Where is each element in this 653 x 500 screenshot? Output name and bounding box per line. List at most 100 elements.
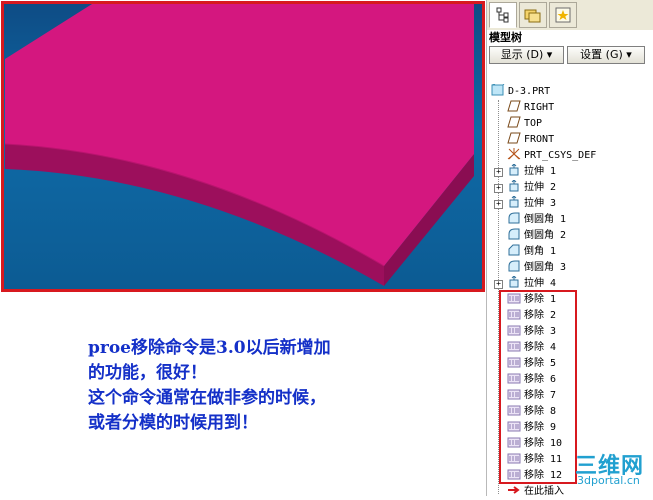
tree-item-label: 拉伸 2 — [524, 182, 557, 193]
panel-title: 模型树 — [487, 30, 653, 45]
favorites-icon — [555, 7, 571, 23]
tree-item[interactable]: 拉伸 4 — [507, 276, 556, 292]
tree-item[interactable]: 倒圆角 1 — [507, 212, 566, 228]
expand-toggle-icon[interactable]: + — [494, 168, 503, 177]
datum-plane-icon — [507, 100, 524, 113]
tree-item[interactable]: 移除 8 — [507, 404, 556, 420]
caption-line: 或者分模的时候用到！ — [88, 413, 258, 433]
watermark-logo: 三维网 3dportal.cn — [575, 448, 653, 492]
tree-item[interactable]: 移除 10 — [507, 436, 562, 452]
extrude-icon — [507, 180, 524, 193]
tree-item[interactable]: 移除 6 — [507, 372, 556, 388]
model-top-face — [5, 4, 474, 266]
tree-item-label: TOP — [524, 118, 543, 129]
chevron-down-icon: ▾ — [546, 48, 553, 61]
tree-item-label: 在此插入 — [524, 486, 564, 497]
tree-item[interactable]: 拉伸 3 — [507, 196, 556, 212]
remove-icon — [507, 437, 524, 449]
tree-item-label: 移除 10 — [524, 438, 563, 449]
remove-icon — [507, 469, 524, 481]
model-tree: D-3.PRT RIGHT TOP FRONT PRT_CSYS_DEF + 拉伸 1 + 拉伸… — [487, 84, 653, 497]
tree-item-label: 移除 4 — [524, 342, 557, 353]
tree-item[interactable]: FRONT — [507, 132, 554, 148]
tree-item-label: 倒角 1 — [524, 246, 557, 257]
tree-item[interactable]: 移除 1 — [507, 292, 556, 308]
tree-item-label: 移除 7 — [524, 390, 557, 401]
round-icon — [507, 228, 524, 241]
tree-item-label: 移除 11 — [524, 454, 563, 465]
tree-item[interactable]: 拉伸 1 — [507, 164, 556, 180]
insert-here-arrow-icon — [507, 486, 524, 497]
tree-item-label: 移除 8 — [524, 406, 557, 417]
show-button-label: 显示 (D) — [500, 48, 544, 61]
tree-item[interactable]: 移除 12 — [507, 468, 562, 484]
tree-item-label: 倒圆角 1 — [524, 214, 567, 225]
tree-item-label: FRONT — [524, 134, 555, 145]
tree-item[interactable]: RIGHT — [507, 100, 554, 116]
caption-line: 的功能，很好！ — [88, 363, 207, 383]
tree-item-label: 移除 5 — [524, 358, 557, 369]
tree-item[interactable]: PRT_CSYS_DEF — [507, 148, 596, 164]
favorites-tab[interactable] — [549, 2, 577, 28]
remove-icon — [507, 341, 524, 353]
tree-item-label: 移除 3 — [524, 326, 557, 337]
remove-icon — [507, 373, 524, 385]
tree-item-label: 移除 2 — [524, 310, 557, 321]
settings-dropdown-button[interactable]: 设置 (G) ▾ — [567, 46, 645, 64]
remove-icon — [507, 357, 524, 369]
caption-line: proe移除命令是3.0以后新增加 — [88, 338, 331, 358]
extrude-icon — [507, 164, 524, 177]
round-icon — [507, 212, 524, 225]
tree-item-label: 移除 9 — [524, 422, 557, 433]
expand-toggle-icon[interactable]: + — [494, 184, 503, 193]
tree-item-label: 移除 12 — [524, 470, 563, 481]
tree-item[interactable]: 移除 11 — [507, 452, 562, 468]
chevron-down-icon: ▾ — [626, 48, 632, 61]
remove-icon — [507, 325, 524, 337]
tree-item[interactable]: 移除 2 — [507, 308, 556, 324]
tree-item[interactable]: 移除 3 — [507, 324, 556, 340]
tree-item-label: RIGHT — [524, 102, 555, 113]
tree-item[interactable]: 拉伸 2 — [507, 180, 556, 196]
remove-icon — [507, 421, 524, 433]
model-tree-icon — [496, 7, 509, 23]
tree-item[interactable]: 在此插入 — [507, 484, 564, 500]
tree-item[interactable]: 倒角 1 — [507, 244, 556, 260]
tree-item[interactable]: 移除 4 — [507, 340, 556, 356]
tree-connector-line — [498, 100, 499, 494]
tree-item[interactable]: 倒圆角 2 — [507, 228, 566, 244]
remove-icon — [507, 389, 524, 401]
tree-item-label: 移除 1 — [524, 294, 557, 305]
tree-item[interactable]: TOP — [507, 116, 542, 132]
tree-item[interactable]: 移除 5 — [507, 356, 556, 372]
remove-icon — [507, 309, 524, 321]
model-tree-tab[interactable] — [489, 2, 517, 28]
settings-button-label: 设置 (G) — [580, 48, 623, 61]
graphics-viewport[interactable] — [1, 1, 485, 292]
remove-icon — [507, 405, 524, 417]
tree-item[interactable]: 倒圆角 3 — [507, 260, 566, 276]
watermark-sub: 3dportal.cn — [577, 474, 640, 487]
expand-toggle-icon[interactable]: + — [494, 280, 503, 289]
tree-item-label: 拉伸 3 — [524, 198, 557, 209]
tree-item[interactable]: 移除 9 — [507, 420, 556, 436]
extrude-icon — [507, 196, 524, 209]
csys-icon — [507, 148, 524, 161]
folder-browser-icon — [524, 9, 541, 23]
tree-item-label: 倒圆角 2 — [524, 230, 567, 241]
tree-item[interactable]: D-3.PRT — [491, 84, 550, 100]
round-icon — [507, 260, 524, 273]
tree-item-label: 拉伸 4 — [524, 278, 557, 289]
show-dropdown-button[interactable]: 显示 (D) ▾ — [489, 46, 564, 64]
caption-text: proe移除命令是3.0以后新增加 的功能，很好！ 这个命令通常在做非参的时候，… — [88, 336, 428, 436]
extrude-icon — [507, 276, 524, 289]
model-3d-view[interactable] — [4, 4, 485, 292]
expand-toggle-icon[interactable]: + — [494, 200, 503, 209]
folder-browser-tab[interactable] — [519, 2, 547, 28]
tree-item-label: D-3.PRT — [508, 86, 551, 97]
tree-item-label: 拉伸 1 — [524, 166, 557, 177]
panel-toolbar: 显示 (D) ▾ 设置 (G) ▾ — [487, 45, 653, 65]
datum-plane-icon — [507, 132, 524, 145]
remove-icon — [507, 453, 524, 465]
tree-item[interactable]: 移除 7 — [507, 388, 556, 404]
